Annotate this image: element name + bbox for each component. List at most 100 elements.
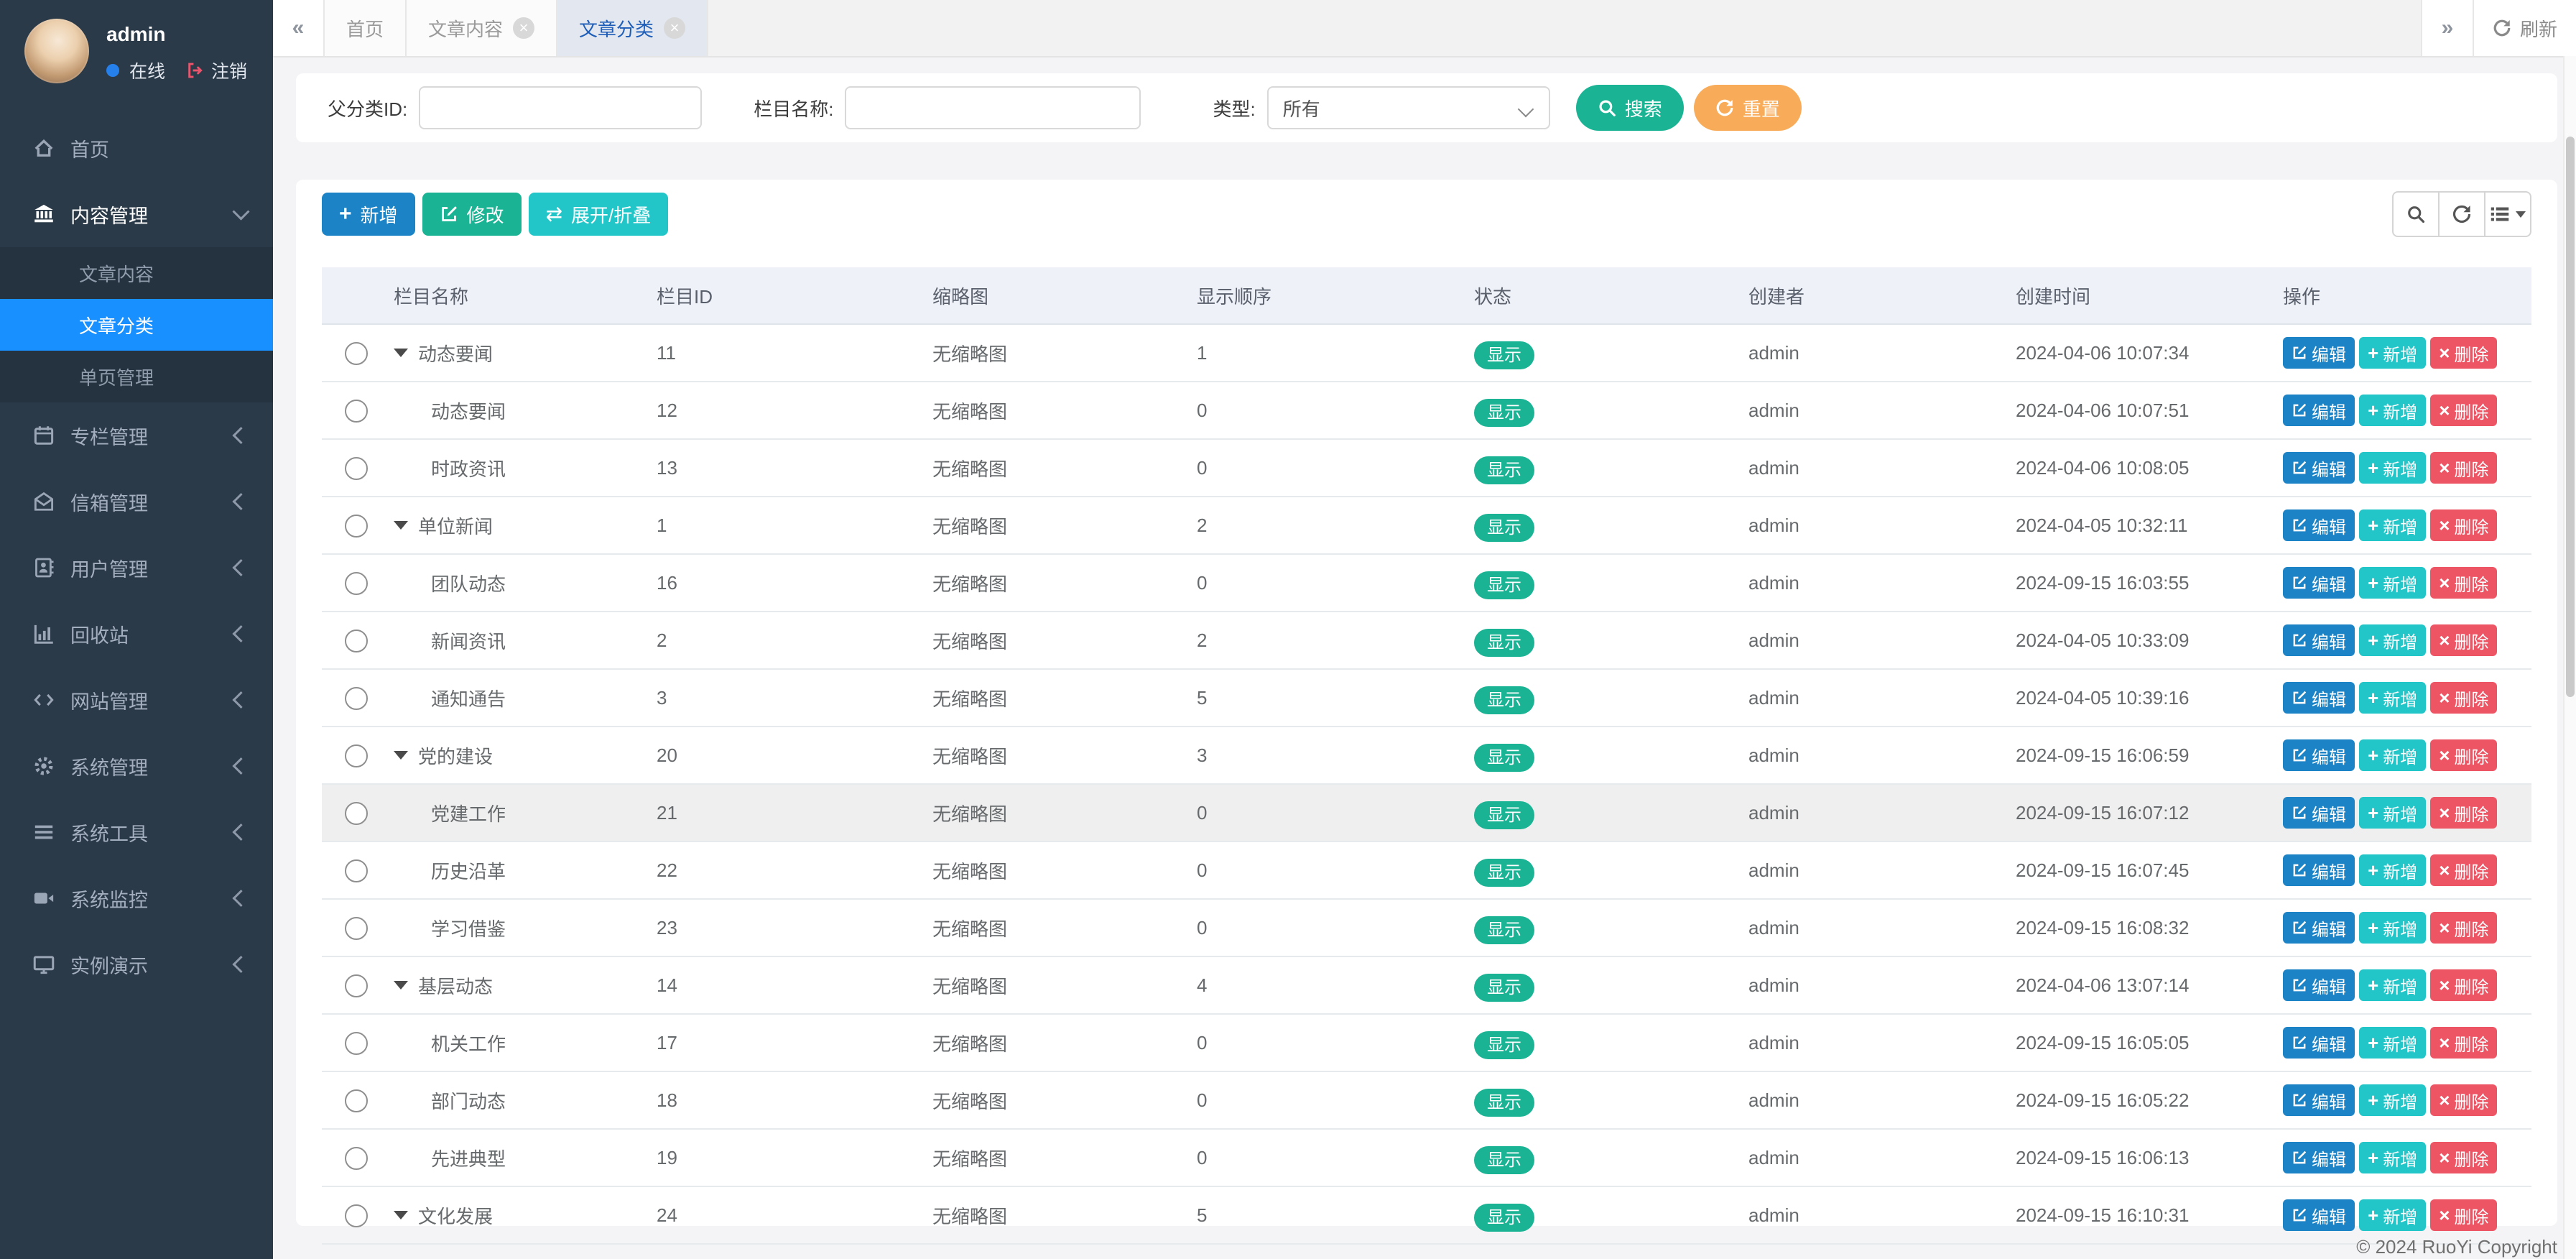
row-radio[interactable] [345,515,368,538]
sidebar-item-system-monitor[interactable]: 系统监控 [0,865,273,931]
sidebar-item-system-tools[interactable]: 系统工具 [0,799,273,865]
row-edit-button[interactable]: 编辑 [2283,395,2355,426]
row-edit-button[interactable]: 编辑 [2283,682,2355,714]
refresh-tab-button[interactable]: 刷新 [2473,0,2576,56]
tabs-scroll-left-button[interactable]: « [273,0,325,56]
sidebar-subitem-single-page[interactable]: 单页管理 [0,351,273,402]
row-add-button[interactable]: +新增 [2359,682,2426,714]
tab-home[interactable]: 首页 [325,0,407,56]
category-name-input[interactable] [845,86,1141,129]
row-edit-button[interactable]: 编辑 [2283,567,2355,599]
row-delete-button[interactable]: ×删除 [2430,509,2497,541]
row-edit-button[interactable]: 编辑 [2283,912,2355,944]
sidebar-item-mailbox-mgmt[interactable]: 信箱管理 [0,469,273,535]
row-delete-button[interactable]: ×删除 [2430,1142,2497,1173]
sidebar-item-system-mgmt[interactable]: 系统管理 [0,733,273,799]
caret-down-icon[interactable] [394,981,408,990]
row-edit-button[interactable]: 编辑 [2283,854,2355,886]
row-delete-button[interactable]: ×删除 [2430,797,2497,829]
row-delete-button[interactable]: ×删除 [2430,452,2497,484]
row-add-button[interactable]: +新增 [2359,969,2426,1001]
table-refresh-button[interactable] [2440,191,2485,237]
row-radio[interactable] [345,1089,368,1112]
row-radio[interactable] [345,974,368,997]
row-radio[interactable] [345,744,368,767]
row-radio[interactable] [345,1032,368,1055]
row-radio[interactable] [345,1147,368,1170]
row-delete-button[interactable]: ×删除 [2430,969,2497,1001]
row-edit-button[interactable]: 编辑 [2283,1084,2355,1116]
tabs-scroll-right-button[interactable]: » [2421,0,2473,56]
row-add-button[interactable]: +新增 [2359,854,2426,886]
sidebar-item-column-mgmt[interactable]: 专栏管理 [0,402,273,469]
add-button[interactable]: + 新增 [322,193,415,236]
scrollbar-thumb[interactable] [2566,137,2575,697]
row-radio[interactable] [345,400,368,423]
row-add-button[interactable]: +新增 [2359,1199,2426,1231]
row-edit-button[interactable]: 编辑 [2283,1199,2355,1231]
row-add-button[interactable]: +新增 [2359,1142,2426,1173]
caret-down-icon[interactable] [394,521,408,530]
row-delete-button[interactable]: ×删除 [2430,739,2497,771]
sidebar-item-recycle-bin[interactable]: 回收站 [0,601,273,667]
row-delete-button[interactable]: ×删除 [2430,395,2497,426]
row-add-button[interactable]: +新增 [2359,739,2426,771]
row-edit-button[interactable]: 编辑 [2283,969,2355,1001]
row-delete-button[interactable]: ×删除 [2430,682,2497,714]
row-delete-button[interactable]: ×删除 [2430,854,2497,886]
row-delete-button[interactable]: ×删除 [2430,1084,2497,1116]
reset-button[interactable]: 重置 [1694,85,1802,131]
sidebar-item-home[interactable]: 首页 [0,115,273,181]
user-avatar[interactable] [24,19,89,83]
row-delete-button[interactable]: ×删除 [2430,912,2497,944]
type-select[interactable]: 所有 [1267,86,1550,129]
caret-down-icon[interactable] [394,349,408,357]
row-radio[interactable] [345,1204,368,1227]
sidebar-subitem-article-category[interactable]: 文章分类 [0,299,273,351]
table-search-toggle-button[interactable] [2392,191,2440,237]
row-add-button[interactable]: +新增 [2359,912,2426,944]
row-edit-button[interactable]: 编辑 [2283,337,2355,369]
edit-button[interactable]: 修改 [422,193,522,236]
row-edit-button[interactable]: 编辑 [2283,739,2355,771]
row-delete-button[interactable]: ×删除 [2430,567,2497,599]
tab-article-category[interactable]: 文章分类 × [557,0,708,56]
sidebar-item-user-mgmt[interactable]: 用户管理 [0,535,273,601]
row-delete-button[interactable]: ×删除 [2430,1027,2497,1059]
logout-link[interactable]: 注销 [211,57,247,83]
close-tab-icon[interactable]: × [513,17,534,39]
row-add-button[interactable]: +新增 [2359,797,2426,829]
row-add-button[interactable]: +新增 [2359,452,2426,484]
row-add-button[interactable]: +新增 [2359,567,2426,599]
tab-article-content[interactable]: 文章内容 × [407,0,557,56]
search-button[interactable]: 搜索 [1576,85,1684,131]
expand-collapse-button[interactable]: ⇄ 展开/折叠 [529,193,669,236]
row-delete-button[interactable]: ×删除 [2430,337,2497,369]
row-edit-button[interactable]: 编辑 [2283,1027,2355,1059]
row-edit-button[interactable]: 编辑 [2283,797,2355,829]
table-columns-button[interactable] [2485,191,2531,237]
row-edit-button[interactable]: 编辑 [2283,1142,2355,1173]
row-add-button[interactable]: +新增 [2359,1027,2426,1059]
row-add-button[interactable]: +新增 [2359,624,2426,656]
row-delete-button[interactable]: ×删除 [2430,624,2497,656]
sidebar-item-website-mgmt[interactable]: 网站管理 [0,667,273,733]
row-add-button[interactable]: +新增 [2359,509,2426,541]
close-tab-icon[interactable]: × [664,17,685,39]
row-radio[interactable] [345,687,368,710]
caret-down-icon[interactable] [394,751,408,760]
row-edit-button[interactable]: 编辑 [2283,624,2355,656]
sidebar-item-demo[interactable]: 实例演示 [0,931,273,997]
row-add-button[interactable]: +新增 [2359,1084,2426,1116]
row-radio[interactable] [345,917,368,940]
row-radio[interactable] [345,859,368,882]
row-edit-button[interactable]: 编辑 [2283,509,2355,541]
row-delete-button[interactable]: ×删除 [2430,1199,2497,1231]
caret-down-icon[interactable] [394,1211,408,1219]
row-edit-button[interactable]: 编辑 [2283,452,2355,484]
sidebar-item-content-mgmt[interactable]: 内容管理 [0,181,273,247]
row-radio[interactable] [345,630,368,652]
scrollbar-track[interactable] [2563,56,2576,1259]
row-add-button[interactable]: +新增 [2359,337,2426,369]
row-add-button[interactable]: +新增 [2359,395,2426,426]
